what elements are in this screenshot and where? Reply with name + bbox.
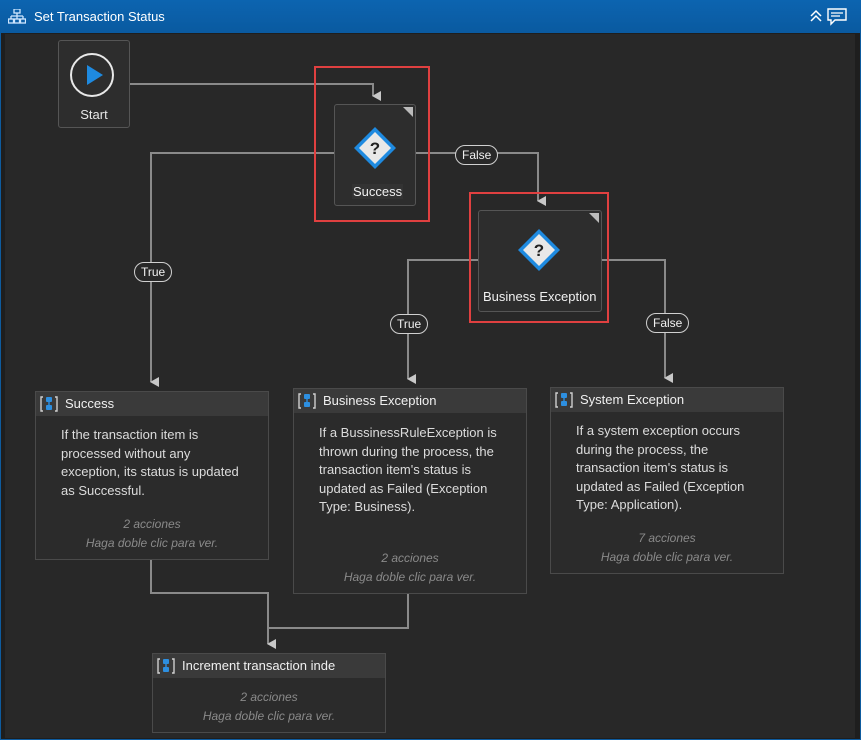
sequence-increment[interactable]: Increment transaction inde 2 acciones Ha… xyxy=(152,653,386,733)
sequence-icon xyxy=(157,657,175,675)
action-count: 2 acciones xyxy=(123,517,181,531)
window-title: Set Transaction Status xyxy=(34,9,165,24)
start-node[interactable]: Start xyxy=(58,40,130,128)
flowchart-canvas xyxy=(5,34,855,738)
sequence-description: If a system exception occurs during the … xyxy=(576,423,745,512)
double-click-hint: Haga doble clic para ver. xyxy=(600,550,734,564)
sequence-business-exception[interactable]: Business Exception If a BussinessRuleExc… xyxy=(293,388,527,594)
double-click-hint: Haga doble clic para ver. xyxy=(85,536,219,550)
double-click-hint: Haga doble clic para ver. xyxy=(202,709,336,723)
connector-label-true[interactable]: True xyxy=(134,262,173,282)
connector-label-false[interactable]: False xyxy=(646,313,690,333)
sequence-system-exception[interactable]: System Exception If a system exception o… xyxy=(550,387,784,574)
title-bar: Set Transaction Status xyxy=(0,0,861,33)
sequence-icon xyxy=(298,392,316,410)
sequence-description: If the transaction item is processed wit… xyxy=(61,427,239,498)
highlight-box-success xyxy=(314,66,430,222)
sequence-header: Success xyxy=(36,392,268,416)
sequence-title: Business Exception xyxy=(323,393,437,408)
double-click-hint: Haga doble clic para ver. xyxy=(343,570,477,584)
sequence-success[interactable]: Success If the transaction item is proce… xyxy=(35,391,269,560)
sequence-header: System Exception xyxy=(551,388,783,412)
connector-label-true[interactable]: True xyxy=(390,314,429,334)
connector-label-false[interactable]: False xyxy=(455,145,499,165)
sequence-title: Increment transaction inde xyxy=(182,658,336,673)
annotation-icon[interactable] xyxy=(827,8,847,26)
action-count: 7 acciones xyxy=(638,531,696,545)
flowchart-icon xyxy=(7,8,27,25)
sequence-icon xyxy=(555,391,573,409)
sequence-title: Success xyxy=(65,396,115,411)
start-label: Start xyxy=(80,107,108,122)
highlight-box-business-exception xyxy=(469,192,609,323)
action-count: 2 acciones xyxy=(381,551,439,565)
play-icon xyxy=(70,53,114,97)
sequence-header: Business Exception xyxy=(294,389,526,413)
sequence-title: System Exception xyxy=(580,392,685,407)
collapse-icon[interactable] xyxy=(809,8,823,24)
sequence-header: Increment transaction inde xyxy=(153,654,385,678)
sequence-icon xyxy=(40,395,58,413)
sequence-description: If a BussinessRuleException is thrown du… xyxy=(319,425,497,514)
action-count: 2 acciones xyxy=(240,690,298,704)
